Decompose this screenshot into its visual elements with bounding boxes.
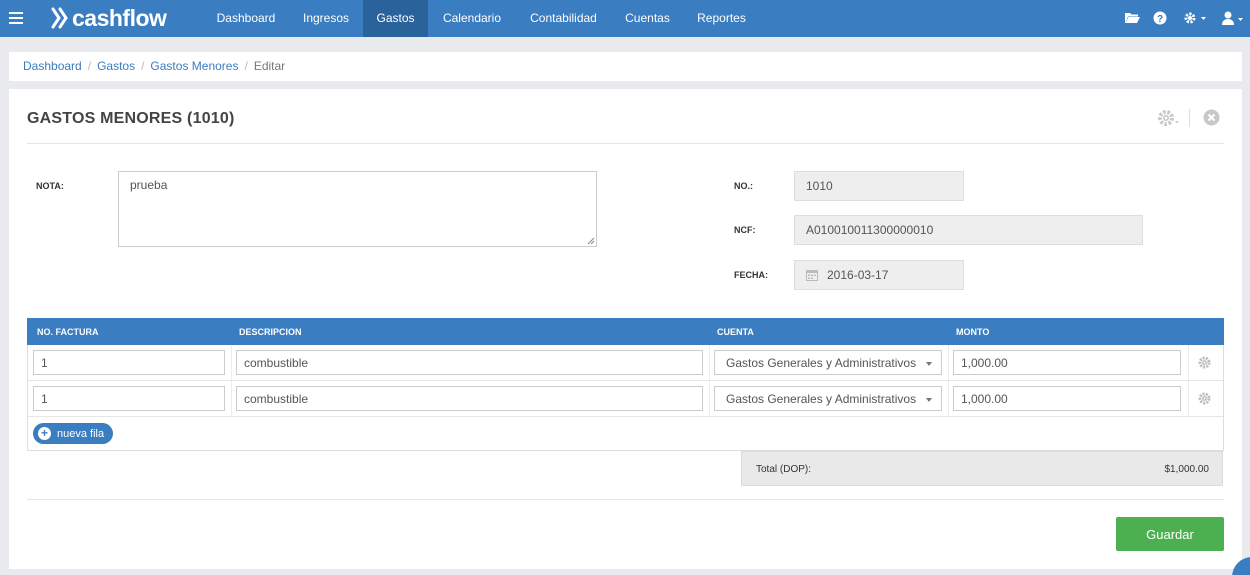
monto-value: 1,000.00	[961, 355, 1008, 370]
factura-value: 1	[41, 355, 48, 370]
monto-input[interactable]: 1,000.00	[953, 386, 1181, 411]
cell-divider	[231, 345, 232, 380]
monto-value: 1,000.00	[961, 391, 1008, 406]
add-row-button[interactable]: + nueva fila	[33, 423, 114, 444]
breadcrumb-separator: /	[244, 59, 248, 73]
nav-cuentas[interactable]: Cuentas	[611, 0, 684, 37]
nav-dashboard[interactable]: Dashboard	[203, 0, 289, 37]
ncf-value: A010010011300000010	[806, 223, 934, 237]
svg-text:?: ?	[1157, 14, 1163, 25]
total-value: $1,000.00	[1164, 464, 1210, 475]
page-title: GASTOS MENORES (1010)	[27, 110, 235, 127]
help-icon[interactable]: ?	[1153, 11, 1167, 28]
breadcrumb-gastos[interactable]: Gastos	[97, 59, 135, 73]
cuenta-select[interactable]: Gastos Generales y Administrativos	[714, 386, 942, 411]
descripcion-value: combustible	[244, 391, 309, 406]
plus-circle-icon: +	[38, 427, 51, 440]
cell-divider	[1188, 345, 1189, 380]
row-settings-icon[interactable]	[1198, 392, 1211, 408]
panel-settings-icon[interactable]	[1157, 109, 1181, 130]
factura-value: 1	[41, 391, 48, 406]
col-header-cuenta: CUENTA	[717, 327, 754, 337]
table-header: NO. FACTURA DESCRIPCION CUENTA MONTO	[27, 318, 1224, 345]
cuenta-value: Gastos Generales y Administrativos	[726, 391, 917, 406]
table-row: 1 combustible Gastos Generales y Adminis…	[28, 345, 1223, 381]
no-value: 1010	[806, 179, 833, 193]
title-divider	[27, 143, 1224, 144]
brand-logo[interactable]: cashflow	[50, 4, 167, 31]
col-header-factura: NO. FACTURA	[37, 327, 99, 337]
fecha-field: 2016-03-17	[794, 260, 964, 290]
cuenta-value: Gastos Generales y Administrativos	[726, 355, 917, 370]
cell-divider	[231, 381, 232, 416]
calendar-icon	[806, 270, 818, 281]
monto-input[interactable]: 1,000.00	[953, 350, 1181, 375]
breadcrumb-dashboard[interactable]: Dashboard	[23, 59, 82, 73]
close-icon[interactable]	[1203, 109, 1220, 129]
user-menu-icon[interactable]	[1222, 11, 1246, 28]
ncf-field: A010010011300000010	[794, 215, 1143, 245]
descripcion-value: combustible	[244, 355, 309, 370]
add-row-label: nueva fila	[57, 427, 105, 440]
col-header-descripcion: DESCRIPCION	[239, 327, 302, 337]
select-caret-icon	[926, 398, 932, 402]
table-row: 1 combustible Gastos Generales y Adminis…	[28, 381, 1223, 417]
nav-gastos[interactable]: Gastos	[363, 0, 428, 37]
cell-divider	[948, 345, 949, 380]
no-label: NO.:	[734, 181, 753, 191]
row-settings-icon[interactable]	[1198, 356, 1211, 372]
ncf-label: NCF:	[734, 225, 756, 235]
factura-input[interactable]: 1	[33, 350, 225, 375]
folder-open-icon[interactable]	[1124, 11, 1140, 27]
top-navbar: cashflow Dashboard Ingresos Gastos Calen…	[0, 0, 1250, 37]
fecha-value: 2016-03-17	[827, 268, 889, 282]
nav-ingresos[interactable]: Ingresos	[289, 0, 363, 37]
footer-divider	[27, 499, 1224, 500]
fecha-label: FECHA:	[734, 270, 768, 280]
descripcion-input[interactable]: combustible	[236, 386, 703, 411]
select-caret-icon	[926, 362, 932, 366]
resize-handle-icon[interactable]	[587, 237, 595, 245]
cell-divider	[709, 381, 710, 416]
breadcrumb: Dashboard / Gastos / Gastos Menores / Editar	[9, 52, 1242, 81]
nav-calendario[interactable]: Calendario	[428, 0, 516, 37]
brand-name: cashflow	[72, 4, 167, 31]
cuenta-select[interactable]: Gastos Generales y Administrativos	[714, 350, 942, 375]
nav-contabilidad[interactable]: Contabilidad	[516, 0, 611, 37]
total-label: Total (DOP):	[756, 464, 812, 475]
col-header-monto: MONTO	[956, 327, 990, 337]
breadcrumb-separator: /	[87, 59, 92, 73]
expense-lines-table: NO. FACTURA DESCRIPCION CUENTA MONTO 1 c…	[27, 318, 1224, 451]
breadcrumb-current: Editar	[253, 59, 286, 73]
nota-textarea[interactable]: prueba	[118, 171, 597, 247]
nota-value: prueba	[130, 178, 168, 192]
breadcrumb-gastos-menores[interactable]: Gastos Menores	[150, 59, 238, 73]
no-field: 1010	[794, 171, 964, 201]
nota-label: NOTA:	[36, 181, 64, 191]
form-panel: GASTOS MENORES (1010) NOTA: prueba NO.: …	[9, 89, 1242, 569]
save-button[interactable]: Guardar	[1116, 517, 1224, 551]
cell-divider	[948, 381, 949, 416]
cell-divider	[709, 345, 710, 380]
header-divider	[1189, 109, 1190, 127]
breadcrumb-separator: /	[141, 59, 145, 73]
settings-menu-icon[interactable]	[1183, 11, 1207, 28]
factura-input[interactable]: 1	[33, 386, 225, 411]
cashflow-logo-icon	[51, 7, 68, 29]
cell-divider	[1188, 381, 1189, 416]
descripcion-input[interactable]: combustible	[236, 350, 703, 375]
hamburger-menu-icon[interactable]	[9, 12, 23, 24]
nav-reportes[interactable]: Reportes	[684, 0, 759, 37]
total-box: Total (DOP): $1,000.00	[741, 451, 1223, 486]
